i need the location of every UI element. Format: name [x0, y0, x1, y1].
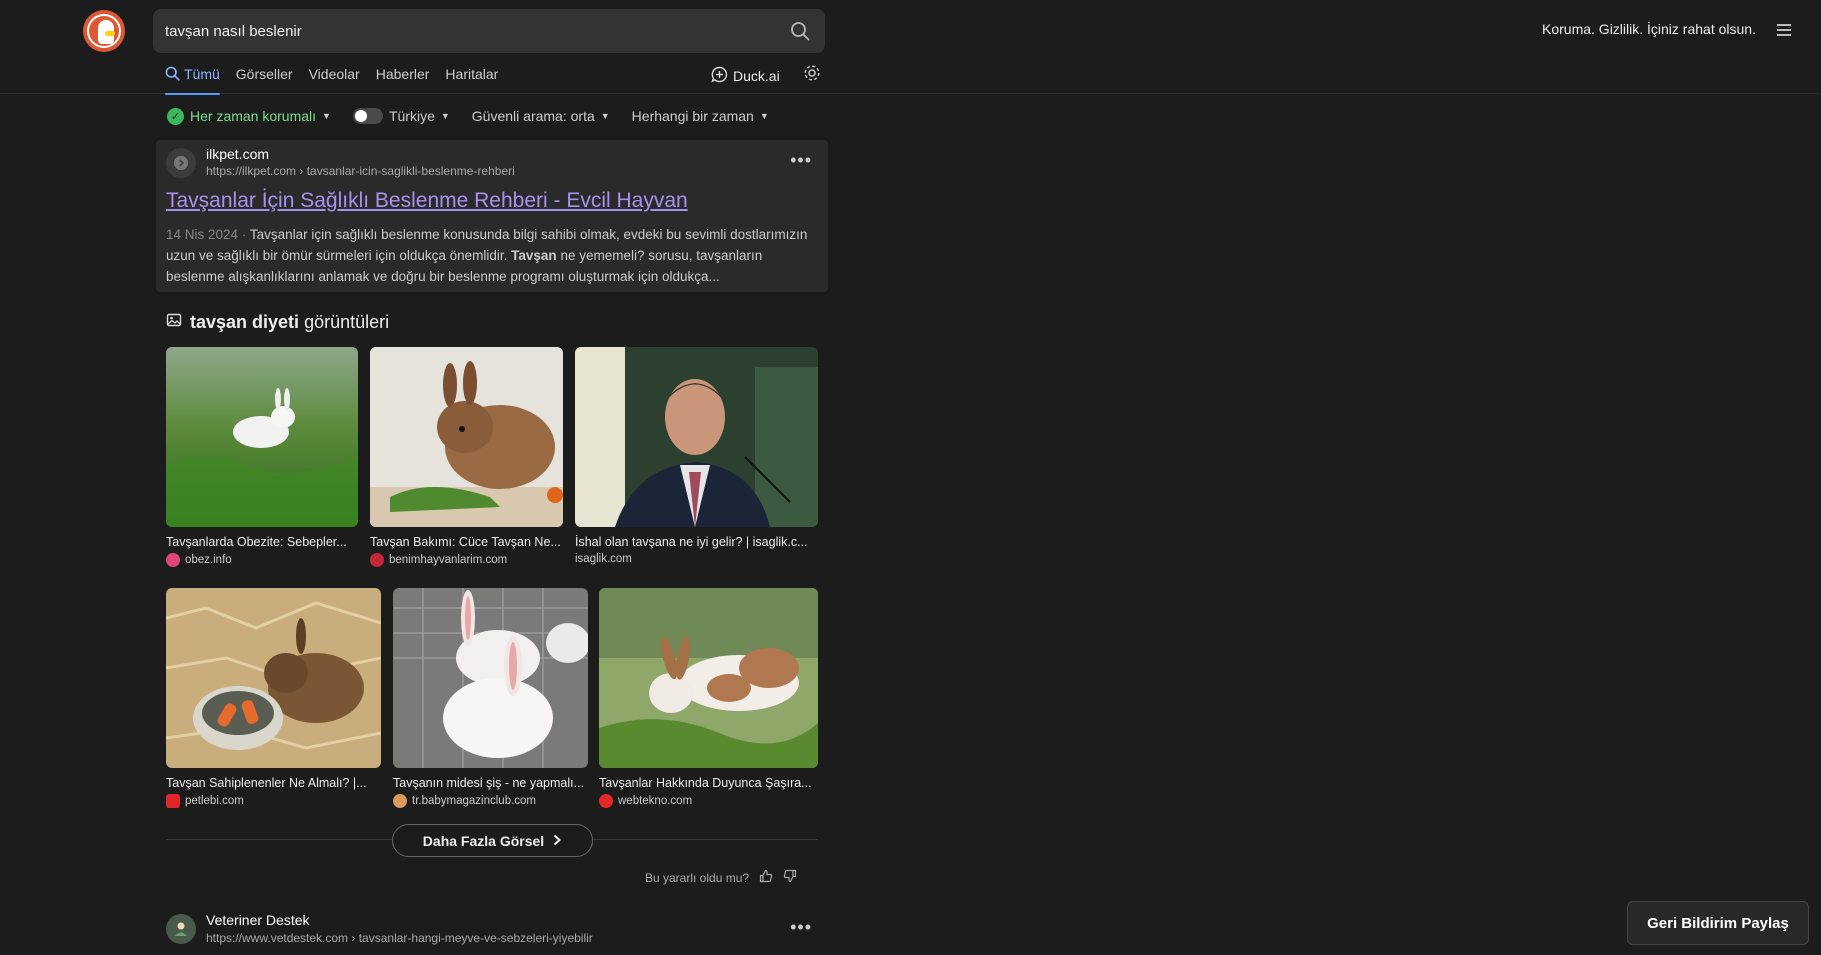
image-caption: Tavşan Sahiplenenler Ne Almalı? |...: [166, 776, 367, 790]
duckai-link[interactable]: Duck.ai: [711, 66, 780, 86]
petlebi-favicon-icon: [166, 794, 180, 808]
source-label: tr.babymagazinclub.com: [412, 795, 537, 807]
source-label: obez.info: [185, 554, 232, 566]
heading-rest: görüntüleri: [304, 312, 390, 332]
images-module-heading[interactable]: tavşan diyeti görüntüleri: [166, 312, 389, 333]
check-circle-icon: ✓: [167, 107, 184, 125]
result-snippet: 14 Nis 2024 · Tavşanlar için sağlıklı be…: [166, 227, 808, 284]
more-options-icon[interactable]: •••: [790, 151, 812, 169]
tab-news[interactable]: Haberler: [368, 66, 438, 94]
search-tabs: Tümü Görseller Videolar Haberler Harital…: [165, 66, 506, 95]
result-url[interactable]: https://www.vetdestek.com › tavsanlar-ha…: [206, 931, 593, 945]
source-label: isaglik.com: [575, 553, 632, 565]
obez-info-favicon-icon: [166, 553, 180, 567]
feedback-button[interactable]: Geri Bildirim Paylaş: [1627, 901, 1809, 945]
region-label: Türkiye: [388, 108, 435, 124]
thumbs-up-icon[interactable]: [759, 869, 773, 886]
tab-label: Görseller: [235, 66, 293, 82]
image-result-card[interactable]: Tavşanlar Hakkında Duyunca Şaşıra... web…: [599, 588, 818, 808]
chevron-right-icon: [552, 833, 562, 849]
babymagazinclub-favicon-icon: [393, 794, 407, 808]
safe-search-dropdown[interactable]: Güvenli arama: orta ▼: [472, 108, 610, 124]
search-icon[interactable]: [787, 18, 813, 44]
site-favicon-icon[interactable]: [166, 148, 196, 178]
image-thumbnail[interactable]: [599, 588, 818, 768]
benimhayvanlarim-favicon-icon: [370, 553, 384, 567]
image-caption: Tavşanlar Hakkında Duyunca Şaşıra...: [599, 776, 812, 790]
search-icon: [165, 66, 180, 84]
image-source[interactable]: obez.info: [166, 553, 358, 567]
more-images-label: Daha Fazla Görsel: [422, 832, 545, 849]
duckduckgo-logo-icon[interactable]: [83, 10, 125, 52]
image-icon: [166, 312, 182, 333]
more-options-icon[interactable]: •••: [790, 918, 812, 936]
vetdestek-favicon-icon[interactable]: [166, 914, 196, 944]
image-thumbnail[interactable]: [166, 347, 358, 527]
search-filters: ✓ Her zaman korumalı ▼ Türkiye ▼ Güvenli…: [167, 106, 791, 126]
heading-bold: tavşan diyeti: [190, 312, 300, 332]
image-caption: Tavşanlarda Obezite: Sebepler...: [166, 535, 347, 549]
caret-down-icon: ▼: [600, 111, 610, 121]
search-result: Veteriner Destek https://www.vetdestek.c…: [156, 910, 828, 955]
protection-label: Her zaman korumalı: [190, 108, 317, 124]
header: Koruma. Gizlilik. İçiniz rahat olsun. Tü…: [0, 0, 1821, 95]
region-filter[interactable]: Türkiye ▼: [352, 108, 450, 124]
result-title[interactable]: Tavşanlar İçin Sağlıklı Beslenme Rehberi…: [166, 189, 688, 213]
image-thumbnail[interactable]: [393, 588, 588, 768]
image-result-card[interactable]: İshal olan tavşana ne iyi gelir? | isagl…: [575, 347, 818, 565]
tab-maps[interactable]: Haritalar: [437, 66, 506, 94]
image-thumbnail[interactable]: [575, 347, 818, 527]
source-label: webtekno.com: [618, 795, 693, 807]
image-caption: İshal olan tavşana ne iyi gelir? | isagl…: [575, 535, 808, 549]
image-thumbnail[interactable]: [370, 347, 563, 527]
image-caption: Tavşanın midesi şiş - ne yapmalı...: [393, 776, 585, 790]
search-result: ilkpet.com https://ilkpet.com › tavsanla…: [156, 140, 828, 292]
image-source[interactable]: webtekno.com: [599, 794, 818, 808]
more-images-button[interactable]: Daha Fazla Görsel: [392, 824, 593, 857]
source-label: benimhayvanlarim.com: [389, 554, 508, 566]
protection-dropdown[interactable]: ✓ Her zaman korumalı ▼: [167, 107, 331, 125]
image-thumbnail[interactable]: [166, 588, 381, 768]
hamburger-menu-icon[interactable]: [1774, 20, 1794, 40]
search-bar[interactable]: [153, 9, 825, 53]
image-result-card[interactable]: Tavşanlarda Obezite: Sebepler... obez.in…: [166, 347, 358, 567]
image-source[interactable]: isaglik.com: [575, 553, 818, 565]
result-site-name[interactable]: Veteriner Destek: [206, 912, 310, 928]
caret-down-icon: ▼: [759, 111, 769, 121]
source-label: petlebi.com: [185, 795, 244, 807]
time-filter-label: Herhangi bir zaman: [631, 108, 754, 124]
image-source[interactable]: petlebi.com: [166, 794, 381, 808]
helpful-label: Bu yararlı oldu mu?: [645, 870, 750, 885]
tab-label: Haberler: [375, 66, 430, 82]
duckai-label: Duck.ai: [733, 68, 780, 84]
region-toggle[interactable]: [352, 108, 383, 124]
image-source[interactable]: benimhayvanlarim.com: [370, 553, 563, 567]
safe-search-label: Güvenli arama: orta: [471, 108, 595, 124]
result-date: 14 Nis 2024: [166, 227, 239, 242]
search-input[interactable]: [165, 22, 787, 40]
tab-all[interactable]: Tümü: [165, 66, 228, 95]
privacy-tagline[interactable]: Koruma. Gizlilik. İçiniz rahat olsun.: [1542, 21, 1756, 37]
tab-label: Tümü: [184, 66, 220, 82]
tab-videos[interactable]: Videolar: [301, 66, 368, 94]
image-result-card[interactable]: Tavşan Sahiplenenler Ne Almalı? |... pet…: [166, 588, 381, 808]
caret-down-icon: ▼: [440, 111, 450, 121]
image-caption: Tavşan Bakımı: Cüce Tavşan Ne...: [370, 535, 561, 549]
image-result-card[interactable]: Tavşan Bakımı: Cüce Tavşan Ne... benimha…: [370, 347, 563, 567]
image-source[interactable]: tr.babymagazinclub.com: [393, 794, 588, 808]
tab-label: Haritalar: [445, 66, 499, 82]
helpful-feedback: Bu yararlı oldu mu?: [645, 869, 797, 886]
tab-label: Videolar: [308, 66, 360, 82]
time-filter-dropdown[interactable]: Herhangi bir zaman ▼: [632, 108, 769, 124]
result-url[interactable]: https://ilkpet.com › tavsanlar-icin-sagl…: [206, 164, 515, 178]
thumbs-down-icon[interactable]: [783, 869, 797, 886]
result-site-name[interactable]: ilkpet.com: [206, 146, 269, 162]
chat-bubble-icon: [711, 66, 728, 86]
caret-down-icon: ▼: [322, 111, 331, 121]
gear-icon[interactable]: [803, 64, 821, 82]
image-result-card[interactable]: Tavşanın midesi şiş - ne yapmalı... tr.b…: [393, 588, 588, 808]
tab-images[interactable]: Görseller: [228, 66, 301, 94]
webtekno-favicon-icon: [599, 794, 613, 808]
snippet-bold: Tavşan: [511, 248, 557, 263]
